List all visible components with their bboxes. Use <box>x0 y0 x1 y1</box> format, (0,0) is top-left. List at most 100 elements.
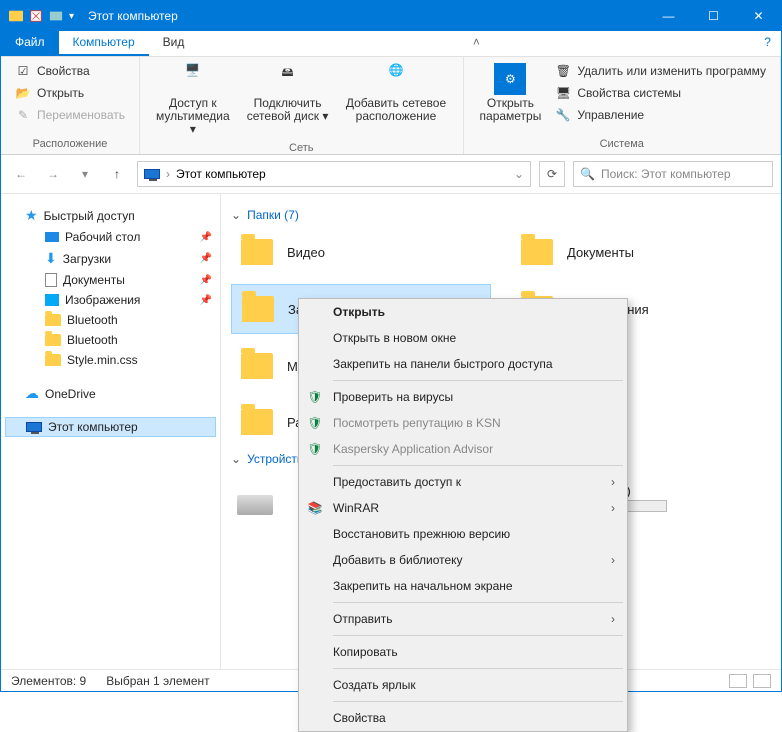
pin-icon: 📌 <box>200 232 212 243</box>
cm-separator <box>333 668 623 669</box>
cm-add-to-library[interactable]: Добавить в библиотеку› <box>299 547 627 573</box>
up-button[interactable]: ↑ <box>105 162 129 186</box>
folder-videos[interactable]: Видео <box>231 228 491 276</box>
open-button[interactable]: 📂Открыть <box>11 83 129 103</box>
titlebar: ▾ Этот компьютер — ☐ ✕ <box>1 1 781 31</box>
forward-button[interactable]: → <box>41 162 65 186</box>
cm-send-to[interactable]: Отправить› <box>299 606 627 632</box>
cm-scan-viruses[interactable]: 🛡Проверить на вирусы <box>299 384 627 410</box>
qat-dropdown-icon[interactable]: ▾ <box>69 11 74 22</box>
address-segment[interactable]: Этот компьютер <box>176 167 266 181</box>
chevron-down-icon: ⌄ <box>231 452 241 466</box>
cm-open[interactable]: Открыть <box>299 299 627 325</box>
shield-icon: 🛡 <box>307 389 323 405</box>
add-network-location-button[interactable]: 🌐Добавить сетевое расположение <box>339 61 452 125</box>
tab-file[interactable]: Файл <box>1 31 59 56</box>
address-bar-row: ← → ▾ ↑ › Этот компьютер ⌄ ⟳ 🔍 Поиск: Эт… <box>1 155 781 194</box>
nav-this-pc[interactable]: Этот компьютер <box>5 417 216 437</box>
address-bar[interactable]: › Этот компьютер ⌄ <box>137 161 531 187</box>
nav-documents[interactable]: Документы📌 <box>5 270 216 290</box>
desktop-icon <box>45 232 59 242</box>
nav-bluetooth-2[interactable]: Bluetooth <box>5 330 216 350</box>
nav-stylecss[interactable]: Style.min.css <box>5 350 216 370</box>
folder-icon <box>45 314 61 326</box>
details-view-button[interactable] <box>729 674 747 688</box>
maximize-button[interactable]: ☐ <box>691 1 736 31</box>
system-properties-button[interactable]: 🖥Свойства системы <box>551 83 770 103</box>
folder-icon <box>241 353 273 379</box>
folder-icon <box>242 296 274 322</box>
minimize-button[interactable]: — <box>646 1 691 31</box>
cm-properties[interactable]: Свойства <box>299 705 627 731</box>
pictures-icon <box>45 294 59 306</box>
tab-view[interactable]: Вид <box>149 31 199 56</box>
properties-qat-icon[interactable] <box>29 9 43 23</box>
search-input[interactable]: 🔍 Поиск: Этот компьютер <box>573 161 773 187</box>
group-header-folders[interactable]: ⌄Папки (7) <box>231 208 771 222</box>
new-folder-qat-icon[interactable] <box>49 9 63 23</box>
nav-desktop[interactable]: Рабочий стол📌 <box>5 227 216 247</box>
shield-icon: 🛡 <box>307 441 323 457</box>
group-label-location: Расположение <box>11 134 129 150</box>
context-menu: Открыть Открыть в новом окне Закрепить н… <box>298 298 628 732</box>
chevron-right-icon: › <box>611 612 615 626</box>
cm-kaspersky-advisor[interactable]: 🛡Kaspersky Application Advisor <box>299 436 627 462</box>
nav-onedrive[interactable]: ☁OneDrive <box>5 382 216 405</box>
cm-winrar[interactable]: 📚WinRAR› <box>299 495 627 521</box>
cm-open-new-window[interactable]: Открыть в новом окне <box>299 325 627 351</box>
search-placeholder: Поиск: Этот компьютер <box>601 167 731 181</box>
address-dropdown-icon[interactable]: ⌄ <box>514 167 524 181</box>
nav-pictures[interactable]: Изображения📌 <box>5 290 216 310</box>
cm-pin-quick-access[interactable]: Закрепить на панели быстрого доступа <box>299 351 627 377</box>
chevron-right-icon: › <box>611 553 615 567</box>
quick-access-toolbar: ▾ <box>1 9 82 23</box>
properties-button[interactable]: ☑Свойства <box>11 61 129 81</box>
open-settings-button[interactable]: ⚙Открыть параметры <box>474 61 548 125</box>
close-button[interactable]: ✕ <box>736 1 781 31</box>
chevron-right-icon: › <box>166 167 170 181</box>
cm-restore-previous[interactable]: Восстановить прежнюю версию <box>299 521 627 547</box>
drive-icon <box>237 495 273 515</box>
cm-share[interactable]: Предоставить доступ к› <box>299 469 627 495</box>
nav-downloads[interactable]: ⬇Загрузки📌 <box>5 247 216 270</box>
window-buttons: — ☐ ✕ <box>646 1 781 31</box>
cloud-icon: ☁ <box>25 385 39 402</box>
cm-create-shortcut[interactable]: Создать ярлык <box>299 672 627 698</box>
group-label-network: Сеть <box>150 138 453 154</box>
pc-icon <box>144 169 160 179</box>
rename-button: ✎Переименовать <box>11 105 129 125</box>
recent-dropdown-icon[interactable]: ▾ <box>73 162 97 186</box>
cm-separator <box>333 380 623 381</box>
map-drive-button[interactable]: 🖴Подключить сетевой диск ▾ <box>240 61 336 125</box>
refresh-button[interactable]: ⟳ <box>539 161 565 187</box>
nav-quick-access[interactable]: ★Быстрый доступ <box>5 204 216 227</box>
pc-icon <box>26 422 42 432</box>
tab-computer[interactable]: Компьютер <box>59 31 149 56</box>
cm-separator <box>333 635 623 636</box>
manage-button[interactable]: 🔧Управление <box>551 105 770 125</box>
search-icon: 🔍 <box>580 167 595 181</box>
folder-icon <box>521 239 553 265</box>
folder-documents[interactable]: Документы <box>511 228 771 276</box>
media-access-button[interactable]: 🖥️Доступ к мультимедиа ▾ <box>150 61 236 138</box>
cm-separator <box>333 465 623 466</box>
uninstall-button[interactable]: 🗑Удалить или изменить программу <box>551 61 770 81</box>
help-icon[interactable]: ? <box>754 31 781 56</box>
explorer-icon <box>9 9 23 23</box>
nav-pane: ★Быстрый доступ Рабочий стол📌 ⬇Загрузки📌… <box>1 194 221 669</box>
back-button[interactable]: ← <box>9 162 33 186</box>
icons-view-button[interactable] <box>753 674 771 688</box>
document-icon <box>45 273 57 287</box>
nav-bluetooth-1[interactable]: Bluetooth <box>5 310 216 330</box>
cm-pin-to-start[interactable]: Закрепить на начальном экране <box>299 573 627 599</box>
shield-icon: 🛡 <box>307 415 323 431</box>
folder-icon <box>241 239 273 265</box>
cm-copy[interactable]: Копировать <box>299 639 627 665</box>
folder-icon <box>45 354 61 366</box>
cm-separator <box>333 701 623 702</box>
cm-ksn-reputation[interactable]: 🛡Посмотреть репутацию в KSN <box>299 410 627 436</box>
ribbon-collapse-icon[interactable]: ˄ <box>463 31 490 56</box>
folder-icon <box>241 409 273 435</box>
winrar-icon: 📚 <box>307 500 323 516</box>
status-selection: Выбран 1 элемент <box>106 674 209 688</box>
